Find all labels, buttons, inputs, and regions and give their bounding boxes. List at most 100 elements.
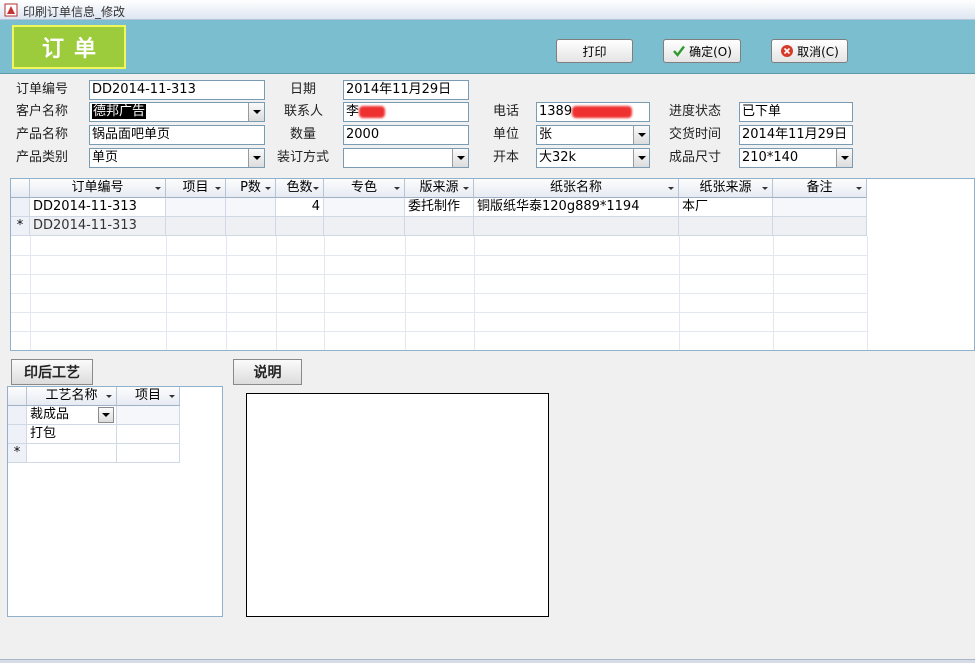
qty-field[interactable]: 2000 — [343, 125, 469, 145]
cell-item[interactable] — [166, 217, 226, 236]
notes-textarea[interactable] — [246, 393, 549, 617]
contact-label: 联系人 — [284, 104, 324, 119]
chevron-down-icon[interactable] — [98, 407, 114, 423]
cell-spot-color[interactable] — [324, 217, 405, 236]
cell-order-no[interactable]: DD2014-11-313 — [30, 198, 166, 217]
cell-process-name[interactable]: 打包 — [27, 425, 117, 444]
cell-process-item[interactable] — [117, 425, 180, 444]
cell-plate-source[interactable] — [405, 217, 474, 236]
notes-button[interactable]: 说明 — [233, 359, 302, 385]
sort-arrow-icon[interactable] — [463, 187, 469, 190]
row-selector[interactable] — [8, 406, 27, 425]
chevron-down-icon[interactable] — [633, 149, 649, 167]
sort-arrow-icon[interactable] — [215, 187, 221, 190]
process-grid[interactable]: 工艺名称 项目 裁成品 打包 * — [7, 386, 223, 617]
cell-item[interactable] — [166, 198, 226, 217]
detail-grid[interactable]: 订单编号 项目 P数 色数 专色 版来源 纸张名称 纸张来源 备注 DD2014… — [10, 178, 975, 351]
size-label: 成品尺寸 — [669, 150, 722, 165]
cell-order-no[interactable]: DD2014-11-313 — [30, 217, 166, 236]
order-no-field[interactable]: DD2014-11-313 — [89, 80, 265, 100]
customer-label: 客户名称 — [16, 104, 69, 119]
sort-arrow-icon[interactable] — [155, 187, 161, 190]
chevron-down-icon[interactable] — [452, 149, 468, 167]
check-icon — [673, 45, 686, 57]
cell-remarks[interactable] — [773, 198, 867, 217]
date-field[interactable]: 2014年11月29日 — [343, 80, 469, 100]
contact-field[interactable]: 李 — [343, 102, 469, 122]
cell-pages[interactable] — [226, 217, 276, 236]
col-header-item[interactable]: 项目 — [166, 179, 226, 198]
cell-spot-color[interactable] — [324, 198, 405, 217]
cell-process-item[interactable] — [117, 444, 180, 463]
col-header-label: 工艺名称 — [45, 388, 98, 403]
form-title: 订单 — [12, 25, 126, 69]
cell-paper-name[interactable]: 铜版纸华泰120g889*1194 — [474, 198, 679, 217]
sort-arrow-icon[interactable] — [169, 395, 175, 398]
select-all-corner[interactable] — [8, 387, 27, 406]
cell-process-name[interactable]: 裁成品 — [27, 406, 117, 425]
cancel-button[interactable]: 取消(C) — [771, 39, 848, 63]
table-row-new[interactable]: * DD2014-11-313 — [11, 217, 974, 236]
col-header-process-name[interactable]: 工艺名称 — [27, 387, 117, 406]
sort-arrow-icon[interactable] — [106, 395, 112, 398]
customer-select[interactable]: 德邦广告 — [89, 102, 265, 122]
format-select[interactable]: 大32k — [536, 148, 650, 168]
col-header-spot-color[interactable]: 专色 — [324, 179, 405, 198]
col-header-process-item[interactable]: 项目 — [117, 387, 180, 406]
col-header-label: 项目 — [182, 180, 209, 195]
row-selector[interactable] — [8, 425, 27, 444]
new-row-marker[interactable]: * — [8, 444, 27, 463]
chevron-down-icon[interactable] — [633, 126, 649, 144]
col-header-label: 色数 — [286, 180, 313, 195]
status-value: 已下单 — [742, 104, 782, 119]
sort-arrow-icon[interactable] — [856, 187, 862, 190]
table-row[interactable]: 打包 — [8, 425, 222, 444]
col-header-paper-source[interactable]: 纸张来源 — [679, 179, 773, 198]
col-header-pages[interactable]: P数 — [226, 179, 276, 198]
col-header-remarks[interactable]: 备注 — [773, 179, 867, 198]
binding-select[interactable] — [343, 148, 469, 168]
row-selector[interactable] — [11, 198, 30, 217]
table-row-new[interactable]: * — [8, 444, 222, 463]
post-press-button[interactable]: 印后工艺 — [11, 359, 93, 385]
new-row-marker[interactable]: * — [11, 217, 30, 236]
cell-colors[interactable]: 4 — [276, 198, 324, 217]
col-header-colors[interactable]: 色数 — [276, 179, 324, 198]
chevron-down-icon[interactable] — [836, 149, 852, 167]
ok-button[interactable]: 确定(O) — [663, 39, 741, 63]
col-header-plate-source[interactable]: 版来源 — [405, 179, 474, 198]
chevron-down-icon[interactable] — [248, 103, 264, 121]
status-field[interactable]: 已下单 — [739, 102, 853, 122]
sort-arrow-icon[interactable] — [394, 187, 400, 190]
select-all-corner[interactable] — [11, 179, 30, 198]
order-no-value: DD2014-11-313 — [92, 82, 196, 97]
cell-paper-source[interactable]: 本厂 — [679, 198, 773, 217]
cell-paper-name[interactable] — [474, 217, 679, 236]
cancel-icon — [781, 45, 794, 57]
sort-arrow-icon[interactable] — [762, 187, 768, 190]
sort-arrow-icon[interactable] — [668, 187, 674, 190]
print-button[interactable]: 打印 — [556, 39, 633, 63]
cell-colors[interactable] — [276, 217, 324, 236]
cell-plate-source[interactable]: 委托制作 — [405, 198, 474, 217]
cell-process-name[interactable] — [27, 444, 117, 463]
table-row[interactable]: DD2014-11-313 4 委托制作 铜版纸华泰120g889*1194 本… — [11, 198, 974, 217]
col-header-order-no[interactable]: 订单编号 — [30, 179, 166, 198]
table-row[interactable]: 裁成品 — [8, 406, 222, 425]
sort-arrow-icon[interactable] — [313, 187, 319, 190]
chevron-down-icon[interactable] — [248, 149, 264, 167]
cell-paper-source[interactable] — [679, 217, 773, 236]
sort-arrow-icon[interactable] — [265, 187, 271, 190]
ok-button-label: 确定(O) — [689, 44, 732, 59]
delivery-value: 2014年11月29日 — [742, 127, 848, 142]
cell-pages[interactable] — [226, 198, 276, 217]
product-field[interactable]: 锅品面吧单页 — [89, 125, 265, 145]
delivery-field[interactable]: 2014年11月29日 — [739, 125, 853, 145]
cell-remarks[interactable] — [773, 217, 867, 236]
category-select[interactable]: 单页 — [89, 148, 265, 168]
cell-process-item[interactable] — [117, 406, 180, 425]
col-header-paper-name[interactable]: 纸张名称 — [474, 179, 679, 198]
unit-select[interactable]: 张 — [536, 125, 650, 145]
phone-field[interactable]: 1389 — [536, 102, 650, 122]
size-select[interactable]: 210*140 — [739, 148, 853, 168]
